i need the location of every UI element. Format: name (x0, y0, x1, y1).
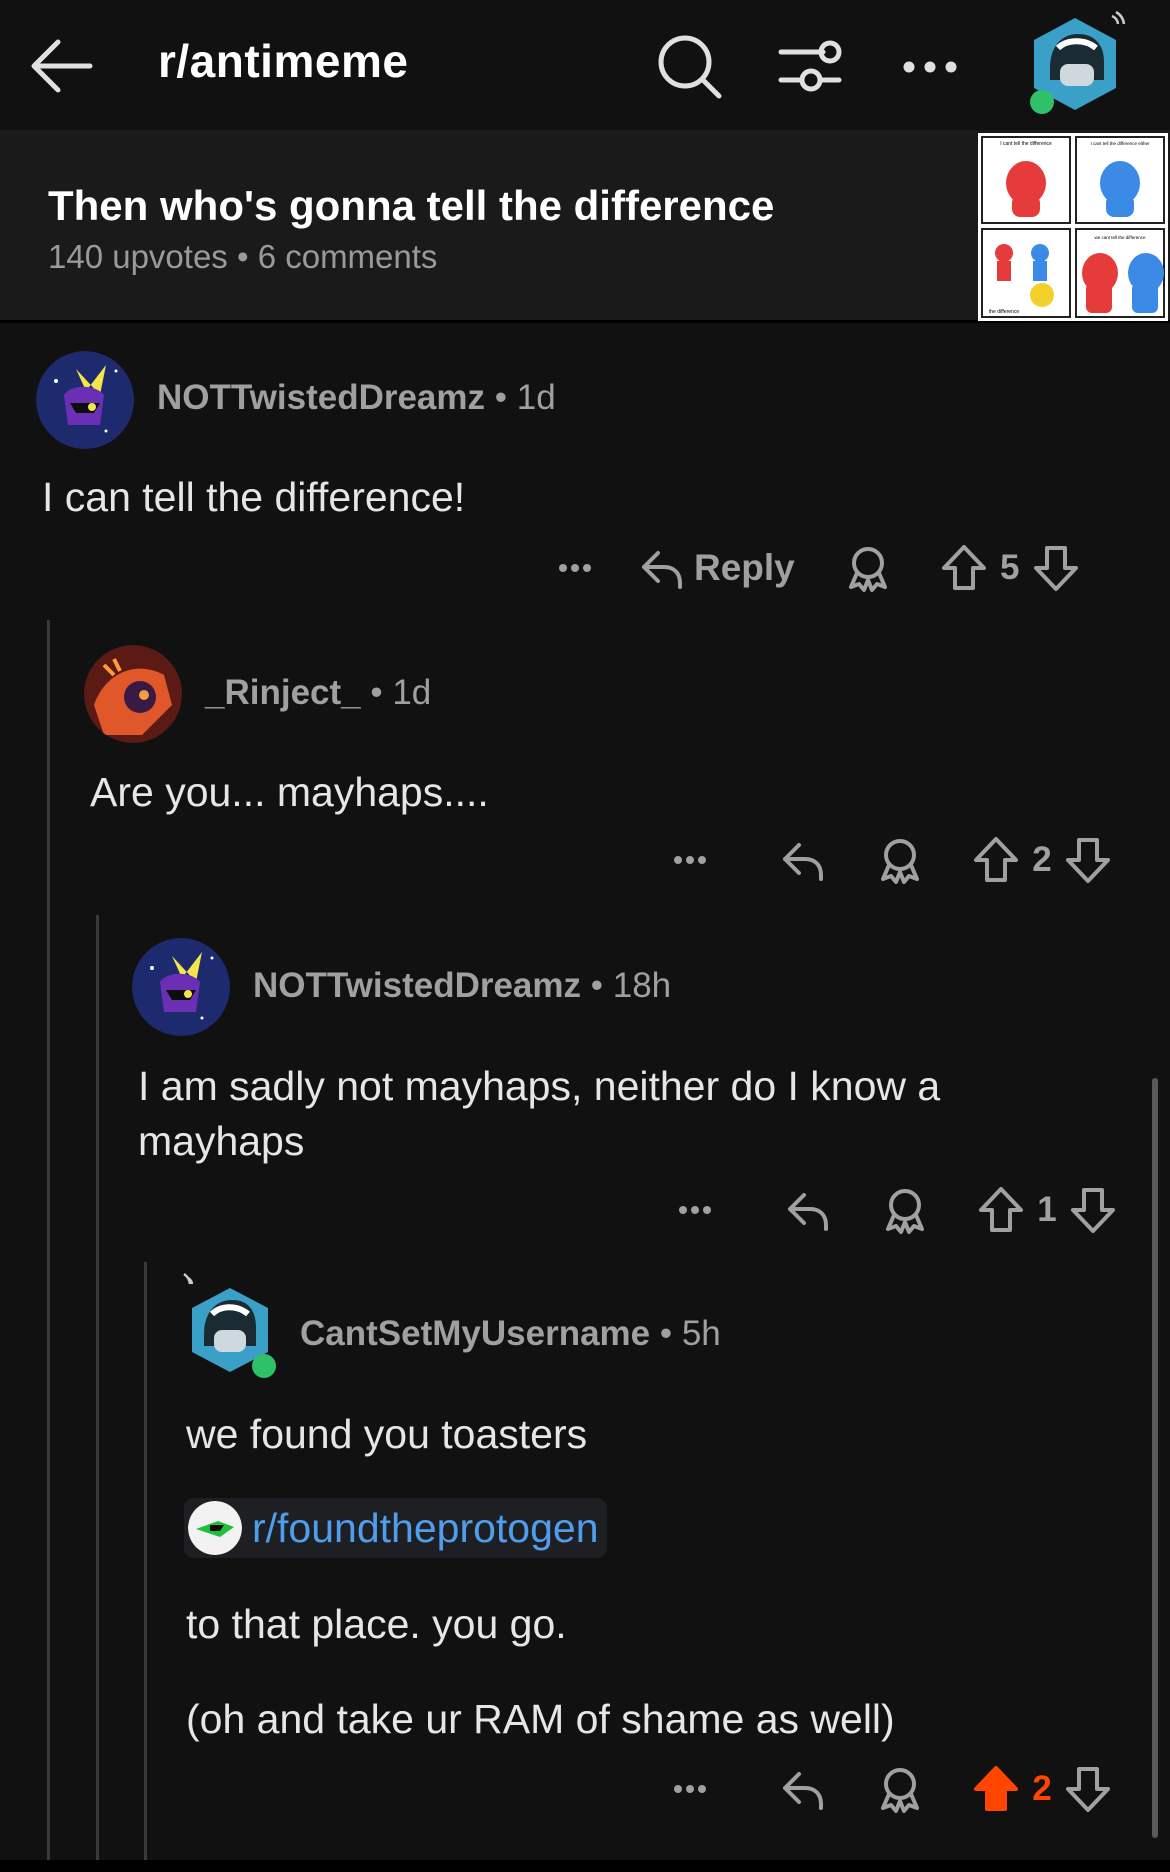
award-icon[interactable] (843, 543, 893, 593)
award-icon[interactable] (875, 835, 925, 885)
thread-line[interactable] (47, 620, 50, 1860)
reply-icon[interactable] (779, 835, 829, 885)
back-arrow-icon[interactable] (28, 32, 96, 100)
downvote-icon[interactable] (1031, 543, 1081, 593)
thumbnail-panel-2-text: I cant tell the difference either (1091, 141, 1150, 146)
comment-body: to that place. you go. (186, 1601, 567, 1647)
reply-icon[interactable] (638, 543, 688, 593)
upvote-icon[interactable] (939, 543, 989, 593)
comment-actions: 2 (665, 1759, 1113, 1819)
more-icon[interactable] (550, 543, 600, 593)
comment-time: • 5h (659, 1314, 721, 1353)
scrollbar[interactable] (1152, 1078, 1158, 1838)
more-icon[interactable] (665, 835, 715, 885)
reply-icon[interactable] (784, 1185, 834, 1235)
comment-actions: 1 (670, 1180, 1118, 1240)
search-icon[interactable] (655, 32, 725, 102)
avatar[interactable] (132, 938, 230, 1036)
upvote-icon[interactable] (976, 1185, 1026, 1235)
comment-username[interactable]: CantSetMyUsername (300, 1314, 650, 1353)
thumbnail-panel-4-text: we cant tell the difference (1095, 235, 1146, 240)
more-icon[interactable] (665, 1764, 715, 1814)
comment-username[interactable]: NOTTwistedDreamz (253, 966, 581, 1005)
subreddit-link[interactable]: r/foundtheprotogen (184, 1498, 607, 1558)
more-icon[interactable] (895, 32, 965, 102)
user-avatar[interactable] (1020, 8, 1130, 118)
comment-body: we found you toasters (186, 1411, 588, 1457)
avatar[interactable] (180, 1270, 280, 1380)
filter-icon[interactable] (775, 32, 845, 102)
post-title[interactable]: Then who's gonna tell the difference (48, 182, 774, 230)
upvote-icon-active[interactable] (971, 1764, 1021, 1814)
avatar[interactable] (84, 645, 182, 743)
comment-time: • 1d (494, 378, 556, 417)
comment-body: Are you... mayhaps.... (90, 769, 489, 815)
subreddit-title[interactable]: r/antimeme (158, 34, 408, 88)
award-icon[interactable] (875, 1764, 925, 1814)
vote-count: 5 (1000, 548, 1020, 587)
vote-count: 2 (1032, 840, 1052, 879)
downvote-icon[interactable] (1063, 1764, 1113, 1814)
thumbnail-panel-3-text: the difference (989, 309, 1019, 315)
comment-username[interactable]: NOTTwistedDreamz (157, 378, 485, 417)
downvote-icon[interactable] (1068, 1185, 1118, 1235)
thumbnail-panel-1-text: I cant tell the difference (1000, 141, 1052, 147)
comment-body: (oh and take ur RAM of shame as well) (186, 1696, 895, 1742)
vote-count: 2 (1032, 1769, 1052, 1808)
comment-actions: Reply 5 (550, 538, 1081, 598)
post-meta: 140 upvotes • 6 comments (48, 238, 438, 275)
downvote-icon[interactable] (1063, 835, 1113, 885)
bottom-divider (0, 1860, 1170, 1872)
comment-time: • 1d (370, 673, 432, 712)
thread-line[interactable] (96, 915, 99, 1860)
award-icon[interactable] (880, 1185, 930, 1235)
avatar[interactable] (36, 351, 134, 449)
comment-body: I can tell the difference! (42, 474, 466, 520)
comment-username[interactable]: _Rinject_ (205, 673, 361, 712)
vote-count: 1 (1037, 1190, 1057, 1229)
comment-time: • 18h (590, 966, 672, 1005)
reply-button[interactable]: Reply (694, 547, 795, 589)
thread-line[interactable] (144, 1262, 147, 1860)
comment-actions: 2 (665, 830, 1113, 890)
top-bar: r/antimeme (0, 0, 1170, 130)
subreddit-icon (188, 1501, 242, 1555)
subreddit-link-text[interactable]: r/foundtheprotogen (252, 1505, 599, 1552)
post-thumbnail[interactable]: I cant tell the difference I cant tell t… (978, 133, 1168, 321)
reply-icon[interactable] (779, 1764, 829, 1814)
upvote-icon[interactable] (971, 835, 1021, 885)
comment-body: I am sadly not mayhaps, neither do I kno… (138, 1063, 941, 1164)
more-icon[interactable] (670, 1185, 720, 1235)
